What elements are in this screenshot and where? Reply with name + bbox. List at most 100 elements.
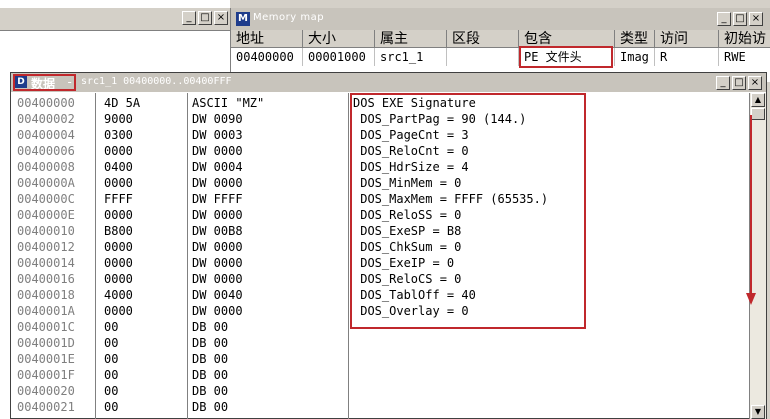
pe-header-highlight	[519, 46, 613, 68]
address-cell: 00400021	[17, 400, 75, 414]
address-cell: 0040000A	[17, 176, 75, 190]
cell-initial-access: RWE	[719, 48, 770, 66]
hex-cell: 00	[104, 384, 119, 398]
asm-cell: DW 0003	[192, 128, 243, 142]
address-cell: 0040000E	[17, 208, 75, 222]
hex-cell: 00	[104, 320, 119, 334]
column-separator	[348, 93, 349, 419]
asm-cell: DB 00	[192, 320, 229, 334]
cell-access: R	[655, 48, 719, 66]
asm-cell: DB 00	[192, 368, 229, 382]
address-cell: 00400016	[17, 272, 75, 286]
hex-cell: 00	[104, 336, 119, 350]
asm-cell: DW 0004	[192, 160, 243, 174]
col-header-section[interactable]: 区段	[447, 30, 519, 48]
memory-map-titlebar: M Memory map _ □ ×	[231, 8, 770, 30]
asm-cell: DW 0000	[192, 256, 243, 270]
dump-window: D 数据 - src1_1 00400000..00400FFF _ □ × 0…	[10, 72, 767, 419]
col-header-initial-access[interactable]: 初始访	[719, 30, 770, 48]
asm-cell: DW 0000	[192, 144, 243, 158]
col-header-size[interactable]: 大小	[303, 30, 375, 48]
asm-cell: DB 00	[192, 352, 229, 366]
red-arrow	[746, 115, 756, 305]
bg-maximize-button[interactable]: □	[198, 11, 212, 25]
address-cell: 00400002	[17, 112, 75, 126]
address-cell: 0040001E	[17, 352, 75, 366]
hex-cell: 0300	[104, 128, 133, 142]
dump-minimize-button[interactable]: _	[716, 76, 730, 90]
address-cell: 0040001A	[17, 304, 75, 318]
asm-cell: DW FFFF	[192, 192, 243, 206]
address-cell: 00400014	[17, 256, 75, 270]
cell-address: 00400000	[231, 48, 303, 66]
memory-map-icon: M	[236, 12, 250, 26]
asm-cell: DW 0000	[192, 208, 243, 222]
hex-cell: 00	[104, 368, 119, 382]
cell-section	[447, 48, 519, 66]
bg-close-button[interactable]: ×	[214, 11, 228, 25]
dump-label-highlight	[13, 74, 76, 91]
hex-cell: 00	[104, 400, 119, 414]
asm-cell: DW 0090	[192, 112, 243, 126]
address-cell: 0040001C	[17, 320, 75, 334]
hex-cell: 0000	[104, 144, 133, 158]
hex-cell: 0000	[104, 208, 133, 222]
column-separator	[187, 93, 188, 419]
address-cell: 00400012	[17, 240, 75, 254]
dump-body[interactable]: 00400000 00400002 00400004 00400006 00400008…	[11, 93, 749, 419]
col-header-access[interactable]: 访问	[655, 30, 719, 48]
memory-map-window: M Memory map _ □ × 地址 大小 属主 区段 包含 类型 访问 …	[230, 8, 770, 82]
mm-close-button[interactable]: ×	[749, 12, 763, 26]
asm-cell: DW 0040	[192, 288, 243, 302]
memory-map-row[interactable]: 00400000 00001000 src1_1 PE 文件头 Imag R R…	[231, 48, 770, 66]
hex-cell: 0000	[104, 304, 133, 318]
hex-cell: 0000	[104, 256, 133, 270]
address-cell: 00400020	[17, 384, 75, 398]
mm-minimize-button[interactable]: _	[717, 12, 731, 26]
asm-cell: DB 00	[192, 384, 229, 398]
col-header-address[interactable]: 地址	[231, 30, 303, 48]
hex-cell: 0000	[104, 240, 133, 254]
memory-map-title: Memory map	[253, 12, 325, 23]
asm-cell: DW 00B8	[192, 224, 243, 238]
hex-cell: 4000	[104, 288, 133, 302]
hex-cell: 9000	[104, 112, 133, 126]
scroll-up-button[interactable]: ▲	[751, 93, 765, 107]
address-cell: 00400008	[17, 160, 75, 174]
dos-header-highlight	[350, 93, 586, 329]
asm-cell: DB 00	[192, 336, 229, 350]
dump-titlebar: D 数据 - src1_1 00400000..00400FFF _ □ ×	[11, 73, 766, 92]
col-header-type[interactable]: 类型	[615, 30, 655, 48]
scroll-down-button[interactable]: ▼	[751, 405, 765, 419]
dump-close-button[interactable]: ×	[748, 76, 762, 90]
address-cell: 0040000C	[17, 192, 75, 206]
asm-cell: DW 0000	[192, 176, 243, 190]
asm-cell: DB 00	[192, 400, 229, 414]
cell-owner: src1_1	[375, 48, 447, 66]
asm-column: ASCII "MZ" DW 0090 DW 0003 DW 0000 DW 0004 DW…	[192, 95, 264, 415]
col-header-owner[interactable]: 属主	[375, 30, 447, 48]
mm-maximize-button[interactable]: □	[733, 12, 747, 26]
dump-title: src1_1 00400000..00400FFF	[81, 76, 232, 87]
hex-cell: 00	[104, 352, 119, 366]
asm-cell: ASCII "MZ"	[192, 96, 265, 110]
hex-cell: 4D 5A	[104, 96, 141, 110]
address-cell: 00400018	[17, 288, 75, 302]
hex-column: 4D 5A 9000 0300 0000 0400 0000 FFFF 0000 B800 000…	[104, 95, 140, 415]
asm-cell: DW 0000	[192, 272, 243, 286]
address-cell: 00400010	[17, 224, 75, 238]
cell-type: Imag	[615, 48, 655, 66]
address-cell: 0040001D	[17, 336, 75, 350]
dump-maximize-button[interactable]: □	[732, 76, 746, 90]
address-cell: 00400000	[17, 96, 75, 110]
column-separator	[95, 93, 96, 419]
address-column: 00400000 00400002 00400004 00400006 00400008…	[17, 95, 75, 415]
hex-cell: 0000	[104, 176, 133, 190]
address-cell: 0040001F	[17, 368, 75, 382]
asm-cell: DW 0000	[192, 304, 243, 318]
address-cell: 00400004	[17, 128, 75, 142]
memory-map-header: 地址 大小 属主 区段 包含 类型 访问 初始访	[231, 30, 770, 48]
bg-minimize-button[interactable]: _	[182, 11, 196, 25]
background-window-titlebar: _ □ ×	[0, 8, 230, 31]
hex-cell: B800	[104, 224, 133, 238]
